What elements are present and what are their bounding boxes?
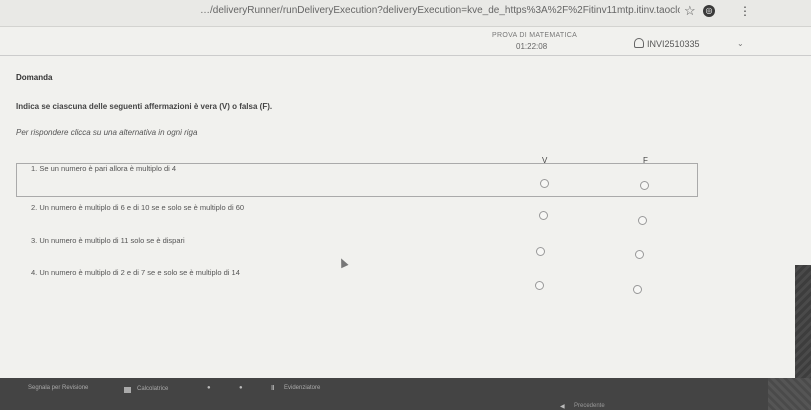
menu-icon[interactable]: ⋮ bbox=[739, 4, 751, 18]
mouse-cursor-icon bbox=[337, 256, 349, 269]
right-edge-panel bbox=[795, 265, 811, 378]
url-text[interactable]: …/deliveryRunner/runDeliveryExecution?de… bbox=[200, 5, 680, 16]
user-info[interactable]: INVI2510335 bbox=[634, 38, 700, 49]
question-label: Domanda bbox=[16, 73, 53, 82]
question-hint: Per rispondere clicca su una alternativa… bbox=[16, 128, 198, 137]
toolbar-right-edge bbox=[768, 378, 811, 410]
radio-true-4[interactable] bbox=[535, 281, 544, 290]
browser-address-bar[interactable]: …/deliveryRunner/runDeliveryExecution?de… bbox=[0, 0, 811, 27]
radio-false-2[interactable] bbox=[638, 216, 647, 225]
statement-3: 3. Un numero è multiplo di 11 solo se è … bbox=[31, 236, 185, 245]
radio-true-1[interactable] bbox=[540, 179, 549, 188]
radio-false-3[interactable] bbox=[635, 250, 644, 259]
statement-4: 4. Un numero è multiplo di 2 e di 7 se e… bbox=[31, 268, 240, 277]
zoom-in-icon[interactable]: ● bbox=[239, 385, 243, 391]
zoom-out-icon[interactable]: ● bbox=[207, 385, 211, 391]
extension-icon[interactable]: ◎ bbox=[703, 5, 715, 17]
flag-review-button[interactable]: Segnala per Revisione bbox=[28, 385, 88, 391]
user-id: INVI2510335 bbox=[647, 39, 700, 49]
chevron-down-icon[interactable]: ⌄ bbox=[737, 39, 744, 48]
test-title: PROVA DI MATEMATICA bbox=[492, 32, 578, 39]
radio-false-1[interactable] bbox=[640, 181, 649, 190]
user-icon bbox=[634, 38, 644, 48]
radio-true-2[interactable] bbox=[539, 211, 548, 220]
previous-icon[interactable]: ◀ bbox=[560, 403, 565, 410]
question-instructions: Indica se ciascuna delle seguenti afferm… bbox=[16, 102, 273, 111]
statement-1: 1. Se un numero è pari allora è multiplo… bbox=[31, 164, 177, 173]
highlighter-icon[interactable]: Ⅱ bbox=[271, 384, 274, 392]
highlighter-button[interactable]: Evidenziatore bbox=[284, 385, 320, 391]
bottom-toolbar: Segnala per Revisione Calcolatrice ● ● Ⅱ… bbox=[0, 378, 811, 410]
radio-true-3[interactable] bbox=[536, 247, 545, 256]
calculator-icon[interactable] bbox=[124, 387, 131, 393]
test-header: PROVA DI MATEMATICA 01:22:08 INVI2510335… bbox=[0, 27, 811, 56]
radio-false-4[interactable] bbox=[633, 285, 642, 294]
calculator-button[interactable]: Calcolatrice bbox=[137, 386, 168, 392]
test-timer: 01:22:08 bbox=[516, 42, 548, 51]
star-icon[interactable]: ☆ bbox=[684, 3, 696, 19]
statement-2: 2. Un numero è multiplo di 6 e di 10 se … bbox=[31, 203, 245, 212]
previous-button[interactable]: Precedente bbox=[574, 403, 605, 409]
